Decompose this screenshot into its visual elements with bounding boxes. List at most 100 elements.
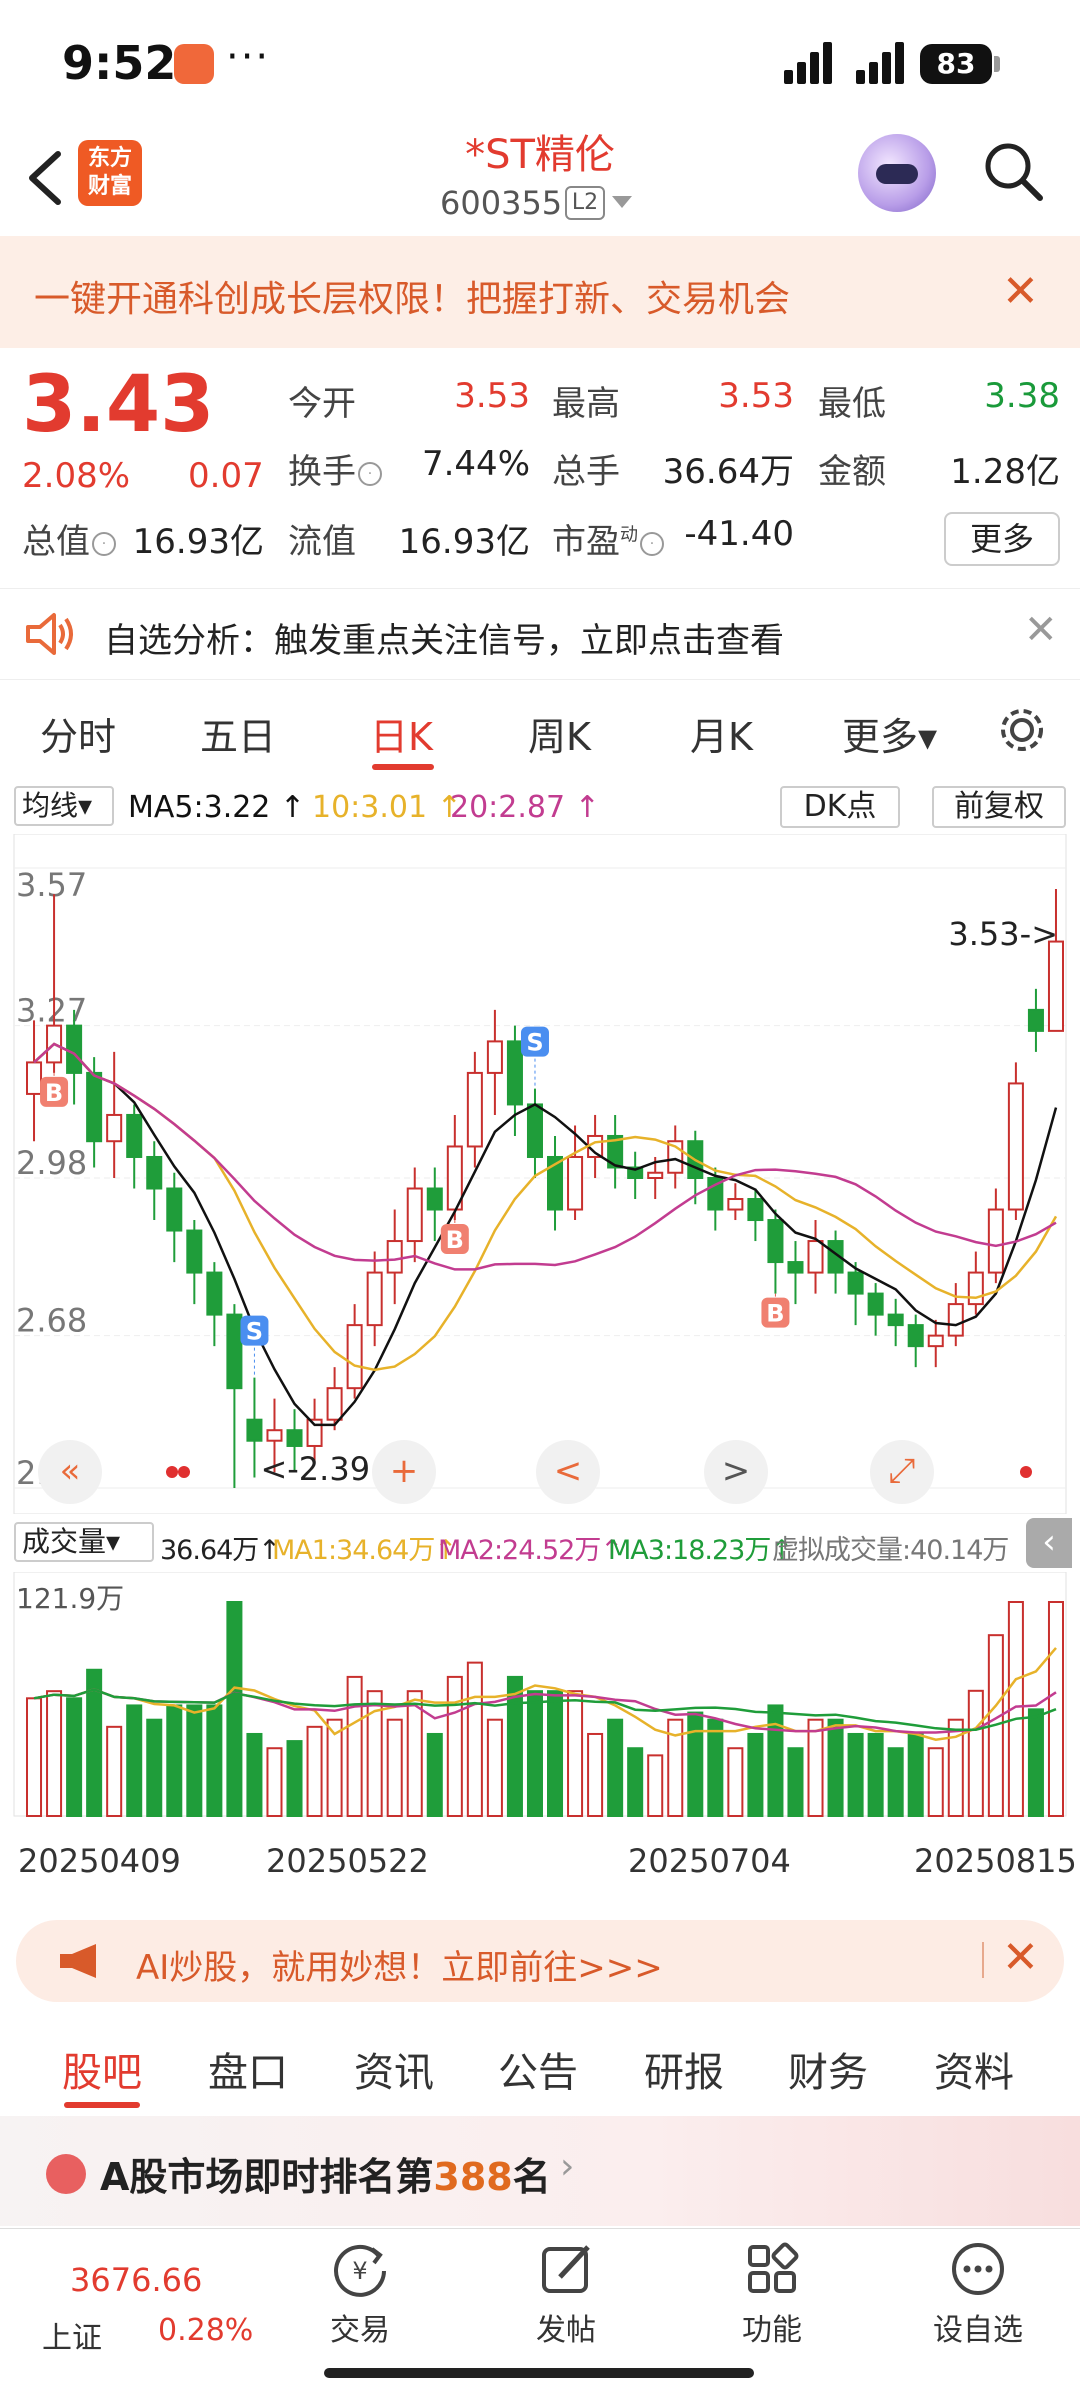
date-label: 20250409: [18, 1842, 181, 1880]
stock-code[interactable]: 600355: [440, 184, 562, 222]
min-price-label: <-2.39: [260, 1450, 370, 1488]
y-tick-label: 2.98: [16, 1144, 87, 1182]
candle-body: [567, 1155, 584, 1211]
tab-monthly-k[interactable]: 月K: [690, 706, 753, 761]
notice-text[interactable]: 自选分析：触发重点关注信号，立即点击查看: [104, 613, 784, 662]
ai-robot-icon[interactable]: [858, 134, 936, 212]
volume-bar: [466, 1661, 483, 1817]
info-icon[interactable]: ·: [92, 531, 116, 556]
rewind-icon[interactable]: «: [38, 1440, 102, 1504]
status-more: ···: [226, 34, 271, 80]
promo-banner-text[interactable]: 一键开通科创成长层权限！把握打新、交易机会: [34, 270, 790, 322]
info-icon[interactable]: ·: [640, 531, 664, 556]
candle-body: [787, 1261, 804, 1274]
candle-body: [927, 1334, 944, 1348]
ai-banner[interactable]: AI炒股，就用妙想！立即前往>>> ✕: [16, 1920, 1064, 2002]
mcap-label-text: 总值: [22, 522, 90, 562]
tab-profile[interactable]: 资料: [934, 2040, 1014, 2098]
candle-body: [887, 1313, 904, 1327]
candle-body: [346, 1324, 363, 1390]
candle-body: [186, 1229, 203, 1274]
fullscreen-icon[interactable]: ⤢: [870, 1440, 934, 1504]
event-dot: [178, 1466, 190, 1478]
volume-bar: [807, 1718, 824, 1817]
prev-icon[interactable]: <: [536, 1440, 600, 1504]
chevron-right-icon[interactable]: ›: [560, 2146, 574, 2187]
tab-pankou[interactable]: 盘口: [208, 2040, 288, 2098]
index-name[interactable]: 上证: [42, 2313, 102, 2357]
signal-label: S: [526, 1029, 543, 1057]
candle-body: [426, 1187, 443, 1211]
tab-more[interactable]: 更多▾: [842, 706, 937, 761]
megaphone-icon: [60, 1944, 96, 1978]
y-tick-label: 2.68: [16, 1302, 87, 1340]
search-icon[interactable]: [982, 140, 1044, 202]
nav-trade[interactable]: ¥ 交易: [300, 2239, 420, 2349]
chevron-down-icon[interactable]: [612, 196, 632, 208]
tab-finance[interactable]: 财务: [788, 2040, 868, 2098]
tab-research[interactable]: 研报: [644, 2040, 724, 2098]
candle-body: [206, 1271, 223, 1316]
nav-post[interactable]: 发帖: [506, 2239, 626, 2349]
adjust-button[interactable]: 前复权: [932, 786, 1066, 828]
pe-label-text: 市盈: [552, 522, 620, 562]
candle-body: [486, 1040, 503, 1074]
next-icon[interactable]: >: [704, 1440, 768, 1504]
tab-daily-k[interactable]: 日K: [370, 706, 433, 761]
nav-functions[interactable]: 功能: [712, 2239, 832, 2349]
pe-sup: 动: [620, 524, 638, 546]
turnover-label-text: 换手: [288, 452, 356, 492]
close-icon[interactable]: ✕: [1002, 1932, 1039, 1983]
volume-chart[interactable]: 121.9万: [0, 1572, 1080, 1832]
volume-bar: [66, 1697, 83, 1817]
nav-add-watchlist[interactable]: 设自选: [918, 2239, 1038, 2349]
rank-text[interactable]: A股市场即时排名第388名: [100, 2146, 551, 2201]
candlestick-chart[interactable]: 3.573.272.982.682.39BSBSB3.53-><-2.39: [0, 834, 1080, 1514]
candle-body: [246, 1418, 263, 1442]
close-icon[interactable]: ✕: [1002, 266, 1039, 317]
collapse-arrow-icon[interactable]: ‹: [1026, 1518, 1072, 1568]
signal-label: B: [766, 1300, 784, 1328]
signal-label: B: [446, 1226, 464, 1254]
gear-icon[interactable]: [996, 704, 1048, 756]
more-dots-icon: [952, 2243, 1004, 2295]
volume-bar: [967, 1689, 984, 1817]
volume-bar: [406, 1690, 423, 1817]
tab-five-day[interactable]: 五日: [200, 706, 276, 761]
promo-banner[interactable]: 一键开通科创成长层权限！把握打新、交易机会 ✕: [0, 236, 1080, 348]
nav-functions-label: 功能: [742, 2313, 802, 2348]
volume-bar: [607, 1718, 624, 1817]
candle-body: [386, 1240, 403, 1274]
pe-value: -41.40: [684, 514, 794, 554]
volume-select[interactable]: 成交量▾: [14, 1522, 154, 1562]
close-icon[interactable]: ✕: [1024, 607, 1058, 653]
candle-body: [326, 1387, 343, 1421]
analysis-notice[interactable]: 自选分析：触发重点关注信号，立即点击查看 ✕: [0, 588, 1080, 680]
volume-bar: [767, 1704, 784, 1817]
market-rank-card[interactable]: A股市场即时排名第388名 ›: [0, 2116, 1080, 2226]
nav-add-watchlist-label: 设自选: [933, 2313, 1023, 2348]
tab-announcements[interactable]: 公告: [498, 2040, 578, 2098]
zoom-in-icon[interactable]: +: [372, 1440, 436, 1504]
volume-bar: [827, 1718, 844, 1817]
float-value: 16.93亿: [398, 522, 530, 562]
tab-weekly-k[interactable]: 周K: [528, 706, 591, 761]
volume-bar: [226, 1601, 243, 1817]
index-change[interactable]: 0.28%: [158, 2313, 253, 2348]
index-value[interactable]: 3676.66: [70, 2261, 202, 2299]
info-icon[interactable]: ·: [358, 461, 382, 486]
y-tick-label: 3.57: [16, 866, 87, 904]
level-badge[interactable]: L2: [565, 186, 605, 220]
candle-body: [867, 1292, 884, 1316]
more-button[interactable]: 更多: [944, 512, 1060, 566]
tab-guba[interactable]: 股吧: [62, 2040, 142, 2098]
indicator-select[interactable]: 均线▾: [14, 786, 114, 826]
dk-point-button[interactable]: DK点: [780, 786, 900, 828]
ai-banner-text[interactable]: AI炒股，就用妙想！立即前往>>>: [136, 1940, 663, 1989]
volume-bar: [126, 1704, 143, 1817]
tab-news[interactable]: 资讯: [354, 2040, 434, 2098]
tab-intraday[interactable]: 分时: [40, 706, 116, 761]
max-price-label: 3.53->: [948, 915, 1058, 953]
active-tab-indicator: [64, 2102, 140, 2108]
candle-body: [86, 1071, 103, 1143]
